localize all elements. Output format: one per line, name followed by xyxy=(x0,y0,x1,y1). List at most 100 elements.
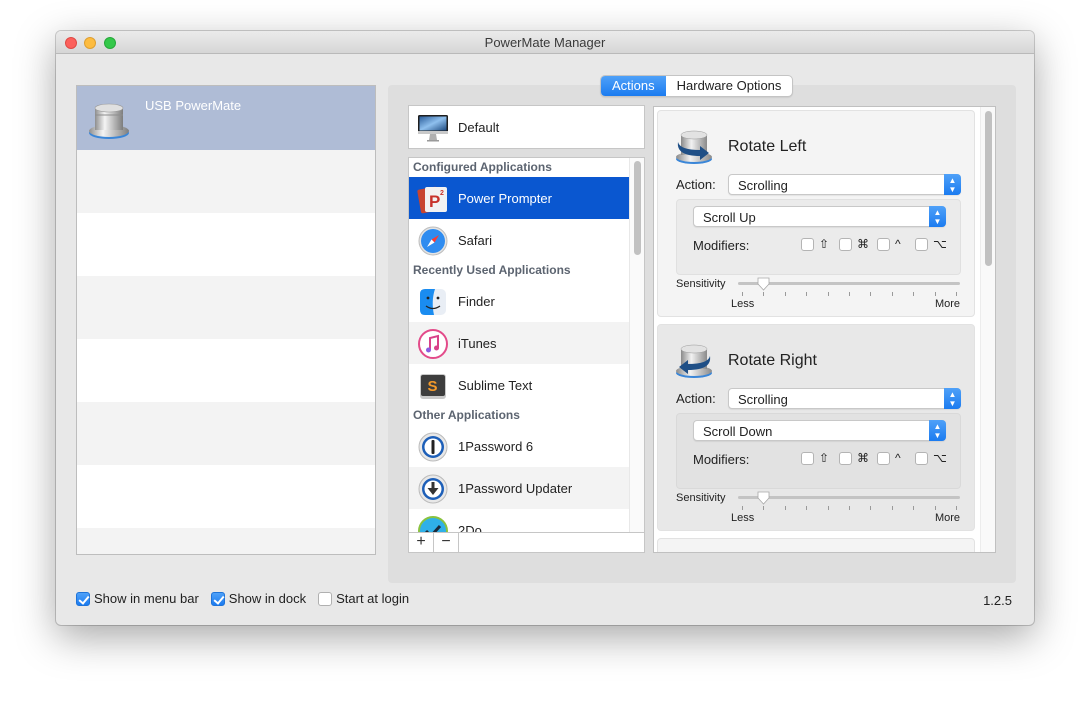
slider-tick xyxy=(934,292,936,296)
remove-application-button[interactable]: − xyxy=(434,533,459,552)
svg-text:P: P xyxy=(429,192,440,211)
title-bar: PowerMate Manager xyxy=(56,31,1034,54)
tab-control: Actions Hardware Options xyxy=(600,75,794,97)
section-header-other: Other Applications xyxy=(413,408,520,422)
window-title: PowerMate Manager xyxy=(484,35,606,50)
slider-tick xyxy=(827,506,829,510)
app-label: 1Password Updater xyxy=(458,481,573,496)
modifier-shift-checkbox[interactable] xyxy=(801,452,814,465)
app-label: Finder xyxy=(458,294,495,309)
sensitivity-slider[interactable] xyxy=(738,277,960,299)
1password-icon xyxy=(418,432,448,462)
default-app-label: Default xyxy=(458,120,500,135)
show-in-menu-bar-checkbox[interactable] xyxy=(76,591,90,606)
option-label: Start at login xyxy=(336,591,410,606)
modifier-option-checkbox[interactable] xyxy=(915,452,928,465)
action-select-value: Scrolling xyxy=(738,178,788,193)
modifier-command-checkbox[interactable] xyxy=(839,238,852,251)
slider-knob[interactable] xyxy=(757,491,770,505)
slider-tick xyxy=(763,292,765,296)
action-select[interactable]: Scrolling ▲ ▼ xyxy=(728,388,961,409)
sublime-text-icon: S xyxy=(420,374,446,399)
chevron-up-down-icon: ▲ ▼ xyxy=(944,388,961,409)
action-options: Scroll Up ▲ ▼ Modifiers: ⇧ ⌘ ^ ⌥ xyxy=(676,199,961,275)
tab-actions[interactable]: Actions xyxy=(601,76,666,96)
slider-tick xyxy=(827,292,829,296)
action-select[interactable]: Scrolling ▲ ▼ xyxy=(728,174,961,195)
app-item-safari[interactable]: Safari xyxy=(409,219,629,261)
scroll-direction-select[interactable]: Scroll Down ▲ ▼ xyxy=(693,420,946,441)
option-key-icon: ⌥ xyxy=(933,237,947,251)
control-key-icon: ^ xyxy=(895,237,901,251)
option-label: Show in dock xyxy=(228,591,307,606)
show-in-dock-checkbox[interactable] xyxy=(210,591,225,606)
actions-pane: Rotate Left Action: Scrolling ▲ ▼ Scroll … xyxy=(653,106,996,553)
modifiers-label: Modifiers: xyxy=(693,452,750,467)
app-item-power-prompter[interactable]: P 2 Power Prompter xyxy=(409,177,629,219)
action-title: Rotate Left xyxy=(728,138,807,155)
application-list-scrollbar[interactable] xyxy=(629,158,644,533)
slider-tick xyxy=(806,292,808,296)
app-item-itunes[interactable]: iTunes xyxy=(409,322,629,364)
command-key-icon: ⌘ xyxy=(857,237,869,251)
slider-tick xyxy=(956,506,957,510)
slider-track xyxy=(738,496,960,499)
svg-text:2: 2 xyxy=(440,190,444,197)
1password-updater-icon xyxy=(418,474,448,504)
scrollbar-thumb[interactable] xyxy=(634,161,641,255)
device-list-empty-row xyxy=(77,339,375,402)
section-header-recent: Recently Used Applications xyxy=(413,263,571,277)
modifier-control-checkbox[interactable] xyxy=(877,452,890,465)
application-list: Configured Applications P 2 Power Prompt… xyxy=(408,157,645,553)
app-label: iTunes xyxy=(458,336,497,351)
modifier-checkboxes: ⇧ ⌘ ^ ⌥ xyxy=(801,238,953,251)
slider-tick xyxy=(913,292,915,296)
device-item-usb-powermate[interactable]: USB PowerMate xyxy=(77,86,375,150)
app-label: Power Prompter xyxy=(458,191,552,206)
device-name: USB PowerMate xyxy=(145,98,242,113)
modifier-command-checkbox[interactable] xyxy=(839,452,852,465)
slider-tick xyxy=(870,506,872,510)
device-list-empty-row xyxy=(77,402,375,465)
modifier-option-checkbox[interactable] xyxy=(915,238,928,251)
scroll-direction-select[interactable]: Scroll Up ▲ ▼ xyxy=(693,206,946,227)
slider-tick xyxy=(742,506,743,510)
scrollbar-thumb[interactable] xyxy=(985,111,992,266)
default-app-item[interactable]: Default xyxy=(408,105,645,149)
modifier-control-checkbox[interactable] xyxy=(877,238,890,251)
slider-tick xyxy=(763,506,765,510)
slider-tick xyxy=(784,506,786,510)
slider-knob[interactable] xyxy=(757,277,770,291)
device-list-empty-row xyxy=(77,528,375,554)
show-in-dock-option[interactable]: Show in dock xyxy=(210,591,307,606)
option-key-icon: ⌥ xyxy=(933,451,947,465)
sensitivity-label: Sensitivity xyxy=(676,278,726,290)
app-options: Show in menu bar Show in dock Start at l… xyxy=(76,591,421,606)
chevron-up-down-icon: ▲ ▼ xyxy=(929,420,946,441)
app-item-sublime-text[interactable]: S Sublime Text xyxy=(409,364,629,406)
app-item-1password-6[interactable]: 1Password 6 xyxy=(409,425,629,467)
app-item-1password-updater[interactable]: 1Password Updater xyxy=(409,467,629,509)
finder-icon xyxy=(420,289,446,315)
control-key-icon: ^ xyxy=(895,451,901,465)
app-label: 1Password 6 xyxy=(458,439,534,454)
device-list-empty-row xyxy=(77,213,375,276)
add-application-button[interactable]: + xyxy=(409,533,434,552)
scroll-direction-value: Scroll Down xyxy=(703,424,773,439)
imac-icon xyxy=(418,115,448,142)
action-card-rotate-left: Rotate Left Action: Scrolling ▲ ▼ Scroll … xyxy=(657,110,975,317)
start-at-login-option[interactable]: Start at login xyxy=(318,591,409,606)
modifier-shift-checkbox[interactable] xyxy=(801,238,814,251)
shift-key-icon: ⇧ xyxy=(819,451,830,465)
tab-hardware-options[interactable]: Hardware Options xyxy=(666,76,793,96)
more-label: More xyxy=(934,512,960,524)
sensitivity-slider[interactable] xyxy=(738,491,960,513)
more-label: More xyxy=(934,298,960,310)
slider-tick xyxy=(849,292,850,296)
command-key-icon: ⌘ xyxy=(857,451,869,465)
actions-scrollbar[interactable] xyxy=(980,107,995,552)
action-card-rotate-right: Rotate Right Action: Scrolling ▲ ▼ Scroll… xyxy=(657,324,975,531)
start-at-login-checkbox[interactable] xyxy=(318,591,333,606)
app-item-finder[interactable]: Finder xyxy=(409,280,629,322)
show-in-menu-bar-option[interactable]: Show in menu bar xyxy=(76,591,199,606)
